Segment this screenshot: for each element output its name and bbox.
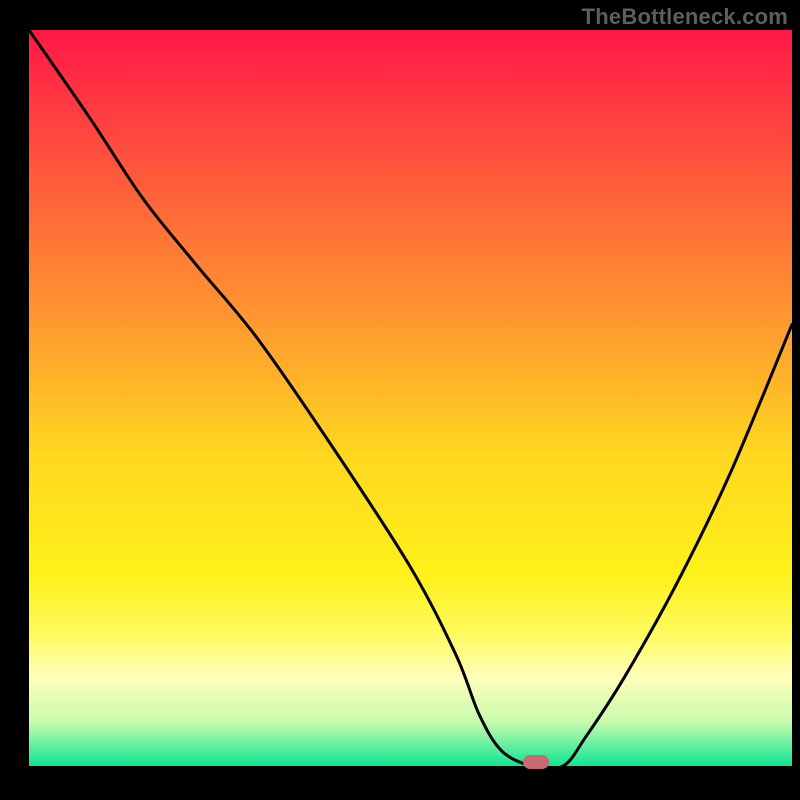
watermark-text: TheBottleneck.com	[582, 4, 788, 30]
gradient-background	[29, 30, 792, 766]
chart-area	[0, 0, 800, 800]
optimal-point-marker	[523, 755, 549, 769]
